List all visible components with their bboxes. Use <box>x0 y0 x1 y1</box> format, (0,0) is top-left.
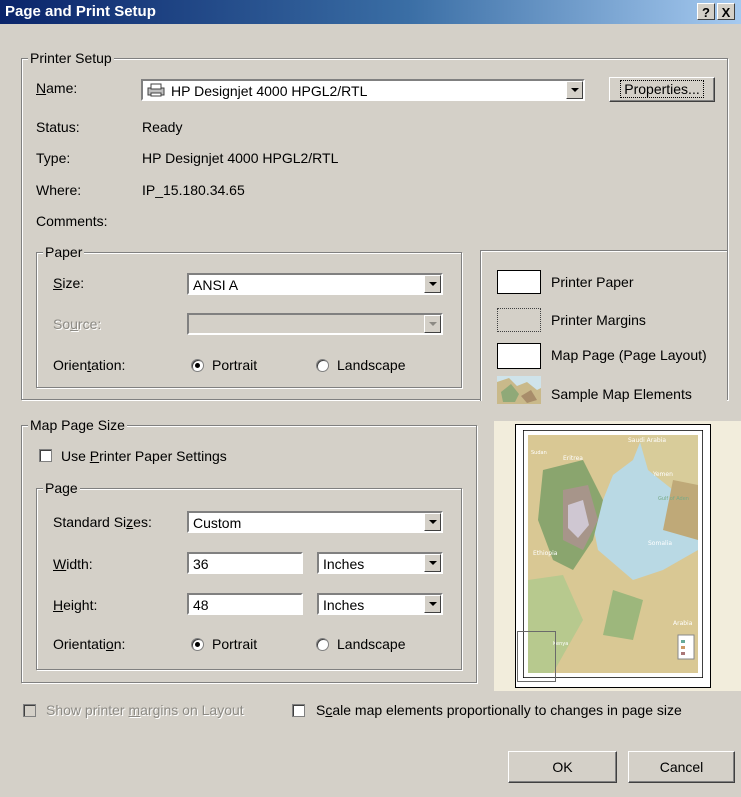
height-input[interactable]: 48 <box>187 593 303 615</box>
status-value: Ready <box>142 119 183 135</box>
width-input[interactable]: 36 <box>187 552 303 574</box>
page-and-print-setup-dialog: Page and Print Setup ? X Printer Setup N… <box>0 0 741 797</box>
use-printer-paper-label[interactable]: Use Printer Paper Settings <box>61 448 227 464</box>
comments-label: Comments: <box>36 213 108 229</box>
height-label: Height: <box>53 597 98 613</box>
map-label-somalia: Somalia <box>648 540 672 547</box>
printer-paper-label: Printer Paper <box>551 274 634 290</box>
where-label: Where: <box>36 182 82 198</box>
printer-name-value: HP Designjet 4000 HPGL2/RTL <box>171 83 368 99</box>
paper-portrait-label[interactable]: Portrait <box>212 357 257 373</box>
size-label: Size: <box>53 275 85 291</box>
map-page-swatch <box>497 343 541 369</box>
properties-button-label: Properties... <box>620 80 704 98</box>
width-unit-value: Inches <box>323 556 365 572</box>
width-value: 36 <box>193 556 209 572</box>
sample-map-label: Sample Map Elements <box>551 386 692 402</box>
chevron-down-icon <box>424 315 441 333</box>
standard-sizes-select[interactable]: Custom <box>187 511 443 533</box>
paper-size-select[interactable]: ANSI A <box>187 273 443 295</box>
page-landscape-radio[interactable] <box>316 638 329 651</box>
paper-source-select <box>187 313 443 335</box>
source-label: Source: <box>53 316 102 332</box>
map-label-ethiopia: Ethiopia <box>533 550 558 557</box>
paper-landscape-label[interactable]: Landscape <box>337 357 406 373</box>
page-portrait-radio[interactable] <box>191 638 204 651</box>
height-value: 48 <box>193 597 209 613</box>
use-printer-paper-checkbox[interactable] <box>39 449 52 462</box>
page-portrait-label[interactable]: Portrait <box>212 636 257 652</box>
width-label: Width: <box>53 556 93 572</box>
show-margins-checkbox <box>23 704 36 717</box>
map-label-sudan: Sudan <box>531 450 547 456</box>
printer-margins-label: Printer Margins <box>551 312 646 328</box>
standard-sizes-value: Custom <box>193 515 242 531</box>
standard-sizes-label: Standard Sizes: <box>53 514 152 530</box>
dialog-title: Page and Print Setup <box>5 3 156 20</box>
printer-paper-swatch <box>497 270 541 294</box>
preview-margin-box <box>517 631 556 682</box>
paper-size-value: ANSI A <box>193 277 239 293</box>
help-button[interactable]: ? <box>697 3 715 20</box>
chevron-down-icon[interactable] <box>424 595 441 613</box>
height-unit-value: Inches <box>323 597 365 613</box>
title-bar[interactable]: Page and Print Setup ? X <box>0 0 741 24</box>
printer-icon <box>147 83 165 97</box>
where-value: IP_15.180.34.65 <box>142 182 245 198</box>
status-label: Status: <box>36 119 80 135</box>
height-unit-select[interactable]: Inches <box>317 593 443 615</box>
paper-landscape-radio[interactable] <box>316 359 329 372</box>
chevron-down-icon[interactable] <box>566 81 583 99</box>
map-label-eritrea: Eritrea <box>563 455 583 462</box>
page-landscape-label[interactable]: Landscape <box>337 636 406 652</box>
show-margins-label: Show printer margins on Layout <box>46 702 244 718</box>
map-page-size-legend: Map Page Size <box>28 417 127 433</box>
map-label-gulf-of-aden: Gulf of Aden <box>658 496 689 502</box>
type-value: HP Designjet 4000 HPGL2/RTL <box>142 150 339 166</box>
scale-elements-checkbox[interactable] <box>292 704 305 717</box>
chevron-down-icon[interactable] <box>424 275 441 293</box>
cancel-button[interactable]: Cancel <box>628 751 735 783</box>
page-orientation-label: Orientation: <box>53 636 126 652</box>
scale-elements-label[interactable]: Scale map elements proportionally to cha… <box>316 702 682 718</box>
printer-setup-legend: Printer Setup <box>28 50 114 66</box>
width-unit-select[interactable]: Inches <box>317 552 443 574</box>
map-label-yemen: Yemen <box>652 471 673 478</box>
chevron-down-icon[interactable] <box>424 554 441 572</box>
close-button[interactable]: X <box>717 3 735 20</box>
type-label: Type: <box>36 150 71 166</box>
name-label: Name: <box>36 80 78 96</box>
sample-map-icon <box>497 376 541 404</box>
properties-button[interactable]: Properties... <box>609 77 715 102</box>
paper-legend: Paper <box>43 244 85 260</box>
paper-portrait-radio[interactable] <box>191 359 204 372</box>
map-label-saudi-arabia: Saudi Arabia <box>628 437 666 444</box>
chevron-down-icon[interactable] <box>424 513 441 531</box>
map-label-arabia: Arabia <box>673 620 693 627</box>
printer-name-select[interactable]: HP Designjet 4000 HPGL2/RTL <box>141 79 585 101</box>
ok-button[interactable]: OK <box>508 751 617 783</box>
page-legend: Page <box>43 480 80 496</box>
paper-orientation-label: Orientation: <box>53 357 126 373</box>
map-page-label: Map Page (Page Layout) <box>551 347 707 363</box>
name-label-rest: ame: <box>46 80 78 96</box>
printer-margins-swatch <box>497 308 541 332</box>
